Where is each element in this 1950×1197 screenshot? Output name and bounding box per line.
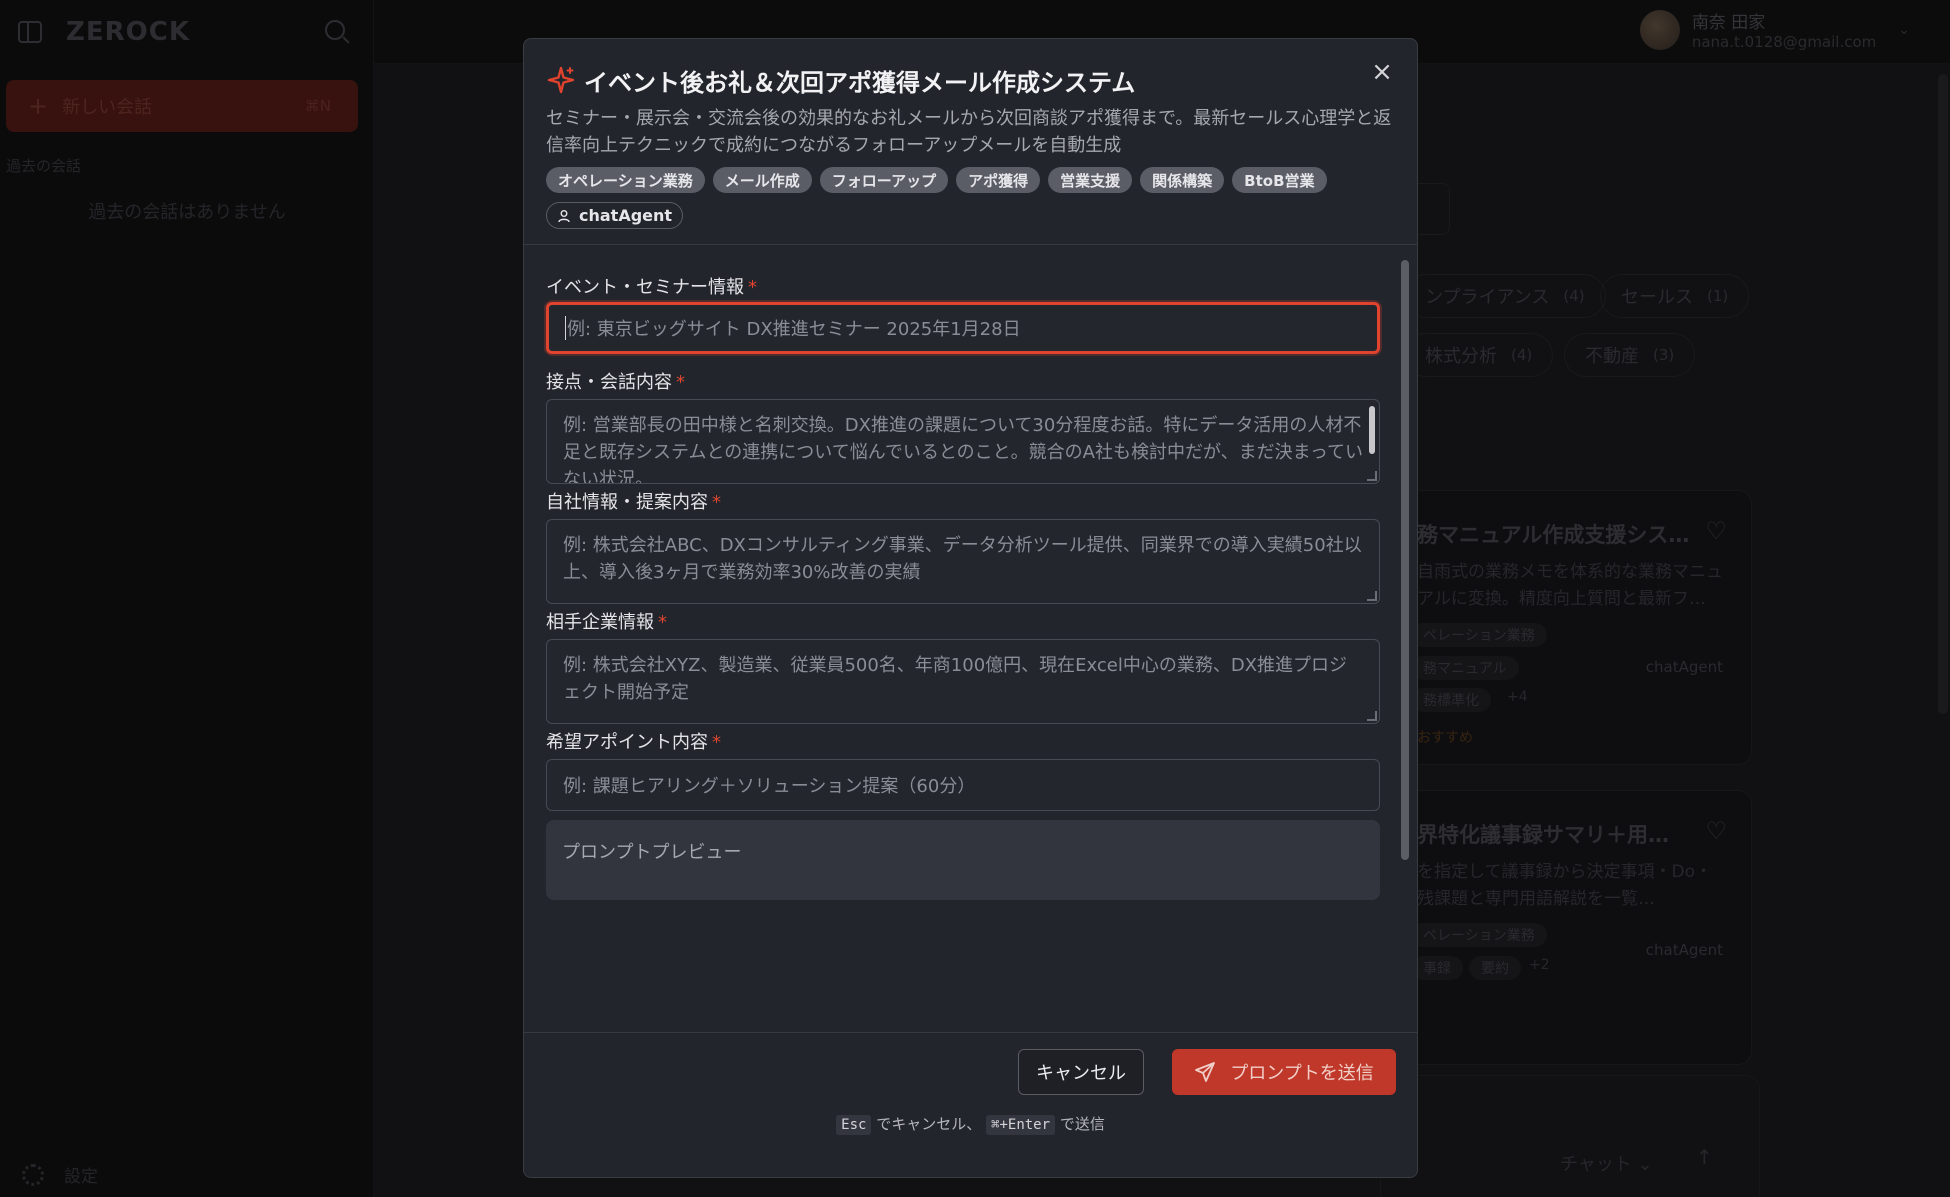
modal-header: イベント後お礼＆次回アポ獲得メール作成システム × セミナー・展示会・交流会後の… <box>524 39 1417 245</box>
keyboard-hint: Esc でキャンセル、 ⌘+Enter で送信 <box>524 1113 1417 1135</box>
field-label-company: 自社情報・提案内容 * <box>546 488 721 514</box>
field-label-text: 希望アポイント内容 <box>546 732 708 753</box>
field-label-text: 自社情報・提案内容 <box>546 492 708 513</box>
field-label-conversation: 接点・会話内容 * <box>546 368 685 394</box>
tag: 関係構築 <box>1140 167 1225 193</box>
send-prompt-button[interactable]: プロンプトを送信 <box>1172 1049 1396 1095</box>
send-prompt-label: プロンプトを送信 <box>1230 1063 1374 1084</box>
event-info-placeholder: 例: 東京ビッグサイト DX推進セミナー 2025年1月28日 <box>567 319 1021 340</box>
required-mark: * <box>658 612 667 633</box>
modal-footer: キャンセル プロンプトを送信 Esc でキャンセル、 ⌘+Enter で送信 <box>524 1032 1417 1177</box>
tag: オペレーション業務 <box>546 167 705 193</box>
required-mark: * <box>676 372 685 393</box>
modal-tags: オペレーション業務 メール作成 フォローアップ アポ獲得 営業支援 関係構築 B… <box>546 167 1327 193</box>
company-proposal-textarea[interactable]: 例: 株式会社ABC、DXコンサルティング事業、データ分析ツール提供、同業界での… <box>546 519 1380 604</box>
field-label-event: イベント・セミナー情報 * <box>546 273 757 299</box>
client-info-textarea[interactable]: 例: 株式会社XYZ、製造業、従業員500名、年商100億円、現在Excel中心… <box>546 639 1380 724</box>
prompt-preview: プロンプトプレビュー <box>546 820 1380 900</box>
resize-handle[interactable] <box>1367 591 1377 601</box>
tag: BtoB営業 <box>1232 167 1327 193</box>
enter-key: ⌘+Enter <box>986 1115 1056 1135</box>
required-mark: * <box>712 732 721 753</box>
resize-handle[interactable] <box>1367 711 1377 721</box>
agent-tag: chatAgent <box>546 202 684 229</box>
conversation-placeholder: 例: 営業部長の田中様と名刺交換。DX推進の課題について30分程度お話。特にデー… <box>563 415 1363 484</box>
esc-hint-text: でキャンセル、 <box>876 1115 982 1133</box>
field-label-text: 相手企業情報 <box>546 612 654 633</box>
tag: アポ獲得 <box>956 167 1041 193</box>
required-mark: * <box>748 277 757 298</box>
template-modal: イベント後お礼＆次回アポ獲得メール作成システム × セミナー・展示会・交流会後の… <box>523 38 1418 1178</box>
close-icon[interactable]: × <box>1367 57 1397 87</box>
tag: メール作成 <box>712 167 812 193</box>
modal-form: イベント・セミナー情報 * 例: 東京ビッグサイト DX推進セミナー 2025年1… <box>524 246 1417 1032</box>
esc-key: Esc <box>836 1115 872 1135</box>
appointment-input[interactable]: 例: 課題ヒアリング＋ソリューション提案（60分） <box>546 759 1380 811</box>
sparkle-icon <box>547 66 575 94</box>
field-label-appointment: 希望アポイント内容 * <box>546 728 721 754</box>
field-label-text: 接点・会話内容 <box>546 372 672 393</box>
prompt-preview-label: プロンプトプレビュー <box>562 842 742 863</box>
field-label-text: イベント・セミナー情報 <box>546 277 744 298</box>
cancel-button[interactable]: キャンセル <box>1018 1049 1144 1095</box>
textarea-scrollbar[interactable] <box>1369 406 1375 454</box>
modal-description: セミナー・展示会・交流会後の効果的なお礼メールから次回商談アポ獲得まで。最新セー… <box>546 108 1392 156</box>
agent-label: chatAgent <box>579 206 673 225</box>
event-info-input[interactable]: 例: 東京ビッグサイト DX推進セミナー 2025年1月28日 <box>546 302 1380 354</box>
modal-title: イベント後お礼＆次回アポ獲得メール作成システム <box>584 69 1136 97</box>
field-label-client: 相手企業情報 * <box>546 608 667 634</box>
user-icon <box>558 209 570 222</box>
resize-handle[interactable] <box>1367 471 1377 481</box>
send-icon <box>1195 1062 1216 1082</box>
text-caret <box>565 316 566 340</box>
conversation-textarea[interactable]: 例: 営業部長の田中様と名刺交換。DX推進の課題について30分程度お話。特にデー… <box>546 399 1380 484</box>
tag: 営業支援 <box>1048 167 1133 193</box>
modal-scrollbar[interactable] <box>1401 260 1409 860</box>
enter-hint-text: で送信 <box>1059 1115 1105 1133</box>
company-proposal-placeholder: 例: 株式会社ABC、DXコンサルティング事業、データ分析ツール提供、同業界での… <box>563 535 1362 583</box>
required-mark: * <box>712 492 721 513</box>
client-info-placeholder: 例: 株式会社XYZ、製造業、従業員500名、年商100億円、現在Excel中心… <box>563 655 1348 703</box>
appointment-placeholder: 例: 課題ヒアリング＋ソリューション提案（60分） <box>563 776 976 797</box>
tag: フォローアップ <box>819 167 949 193</box>
